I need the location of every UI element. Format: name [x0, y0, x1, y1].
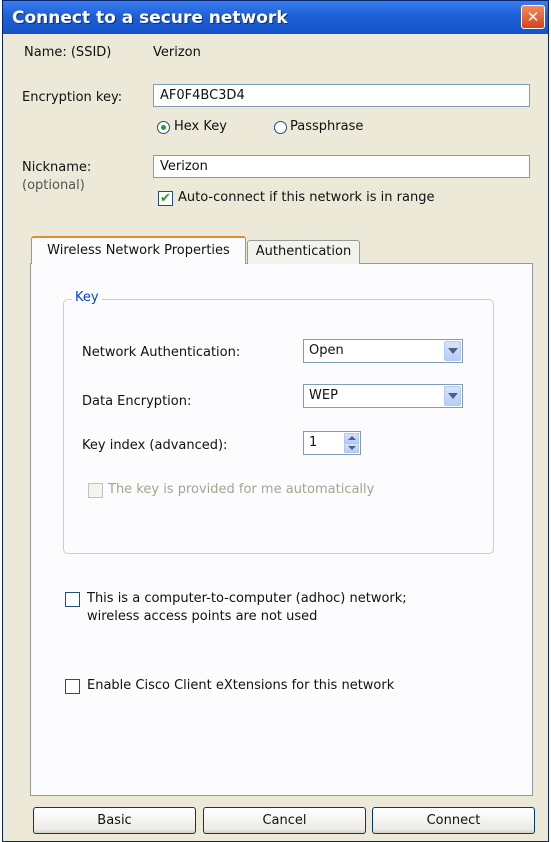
connect-button[interactable]: Connect	[372, 807, 535, 834]
auto-key-label: The key is provided for me automatically	[108, 482, 375, 497]
key-index-label: Key index (advanced):	[82, 438, 228, 453]
cancel-button[interactable]: Cancel	[203, 807, 366, 834]
chevron-down-icon[interactable]	[444, 341, 461, 361]
connect-dialog: Connect to a secure network ✕ Name: (SSI…	[2, 0, 549, 842]
key-index-spinner[interactable]: 1	[303, 431, 361, 455]
tab-authentication[interactable]: Authentication	[247, 240, 360, 264]
cisco-extensions-label: Enable Cisco Client eXtensions for this …	[87, 678, 395, 693]
network-authentication-value: Open	[309, 343, 344, 358]
adhoc-label-line2: wireless access points are not used	[87, 609, 318, 624]
spin-down-icon[interactable]	[344, 443, 359, 453]
data-encryption-value: WEP	[309, 388, 338, 403]
data-encryption-select[interactable]: WEP	[303, 384, 463, 408]
auto-key-checkbox	[88, 483, 103, 498]
close-icon: ✕	[526, 8, 540, 26]
auto-connect-checkbox[interactable]: ✔	[158, 191, 173, 206]
encryption-key-input[interactable]: AF0F4BC3D4	[153, 84, 530, 107]
nickname-label: Nickname:	[22, 160, 92, 175]
key-group-title: Key	[72, 290, 102, 305]
window-title: Connect to a secure network	[12, 8, 288, 28]
close-button[interactable]: ✕	[521, 5, 545, 29]
ssid-label: Name: (SSID)	[24, 45, 112, 60]
basic-button[interactable]: Basic	[33, 807, 196, 834]
title-bar[interactable]: Connect to a secure network ✕	[3, 1, 548, 34]
auto-connect-label: Auto-connect if this network is in range	[178, 190, 435, 205]
cisco-extensions-checkbox[interactable]	[65, 679, 80, 694]
adhoc-label-line1: This is a computer-to-computer (adhoc) n…	[87, 591, 407, 606]
passphrase-radio[interactable]	[274, 121, 287, 134]
tab-panel: Key Network Authentication: Open Data En…	[30, 263, 533, 796]
ssid-value: Verizon	[153, 45, 201, 60]
network-authentication-label: Network Authentication:	[82, 345, 241, 360]
key-group: Key Network Authentication: Open Data En…	[63, 290, 494, 554]
data-encryption-label: Data Encryption:	[82, 394, 192, 409]
hex-key-label: Hex Key	[174, 119, 227, 134]
chevron-down-icon[interactable]	[444, 386, 461, 406]
nickname-optional-label: (optional)	[22, 178, 85, 193]
encryption-key-label: Encryption key:	[22, 90, 123, 105]
passphrase-label: Passphrase	[290, 119, 364, 134]
tab-wireless-network-properties[interactable]: Wireless Network Properties	[31, 236, 246, 264]
spin-up-icon[interactable]	[344, 433, 359, 443]
nickname-input[interactable]: Verizon	[153, 155, 530, 178]
network-authentication-select[interactable]: Open	[303, 339, 463, 363]
key-index-value: 1	[309, 435, 318, 450]
adhoc-checkbox[interactable]	[65, 592, 80, 607]
hex-key-radio[interactable]	[157, 121, 170, 134]
